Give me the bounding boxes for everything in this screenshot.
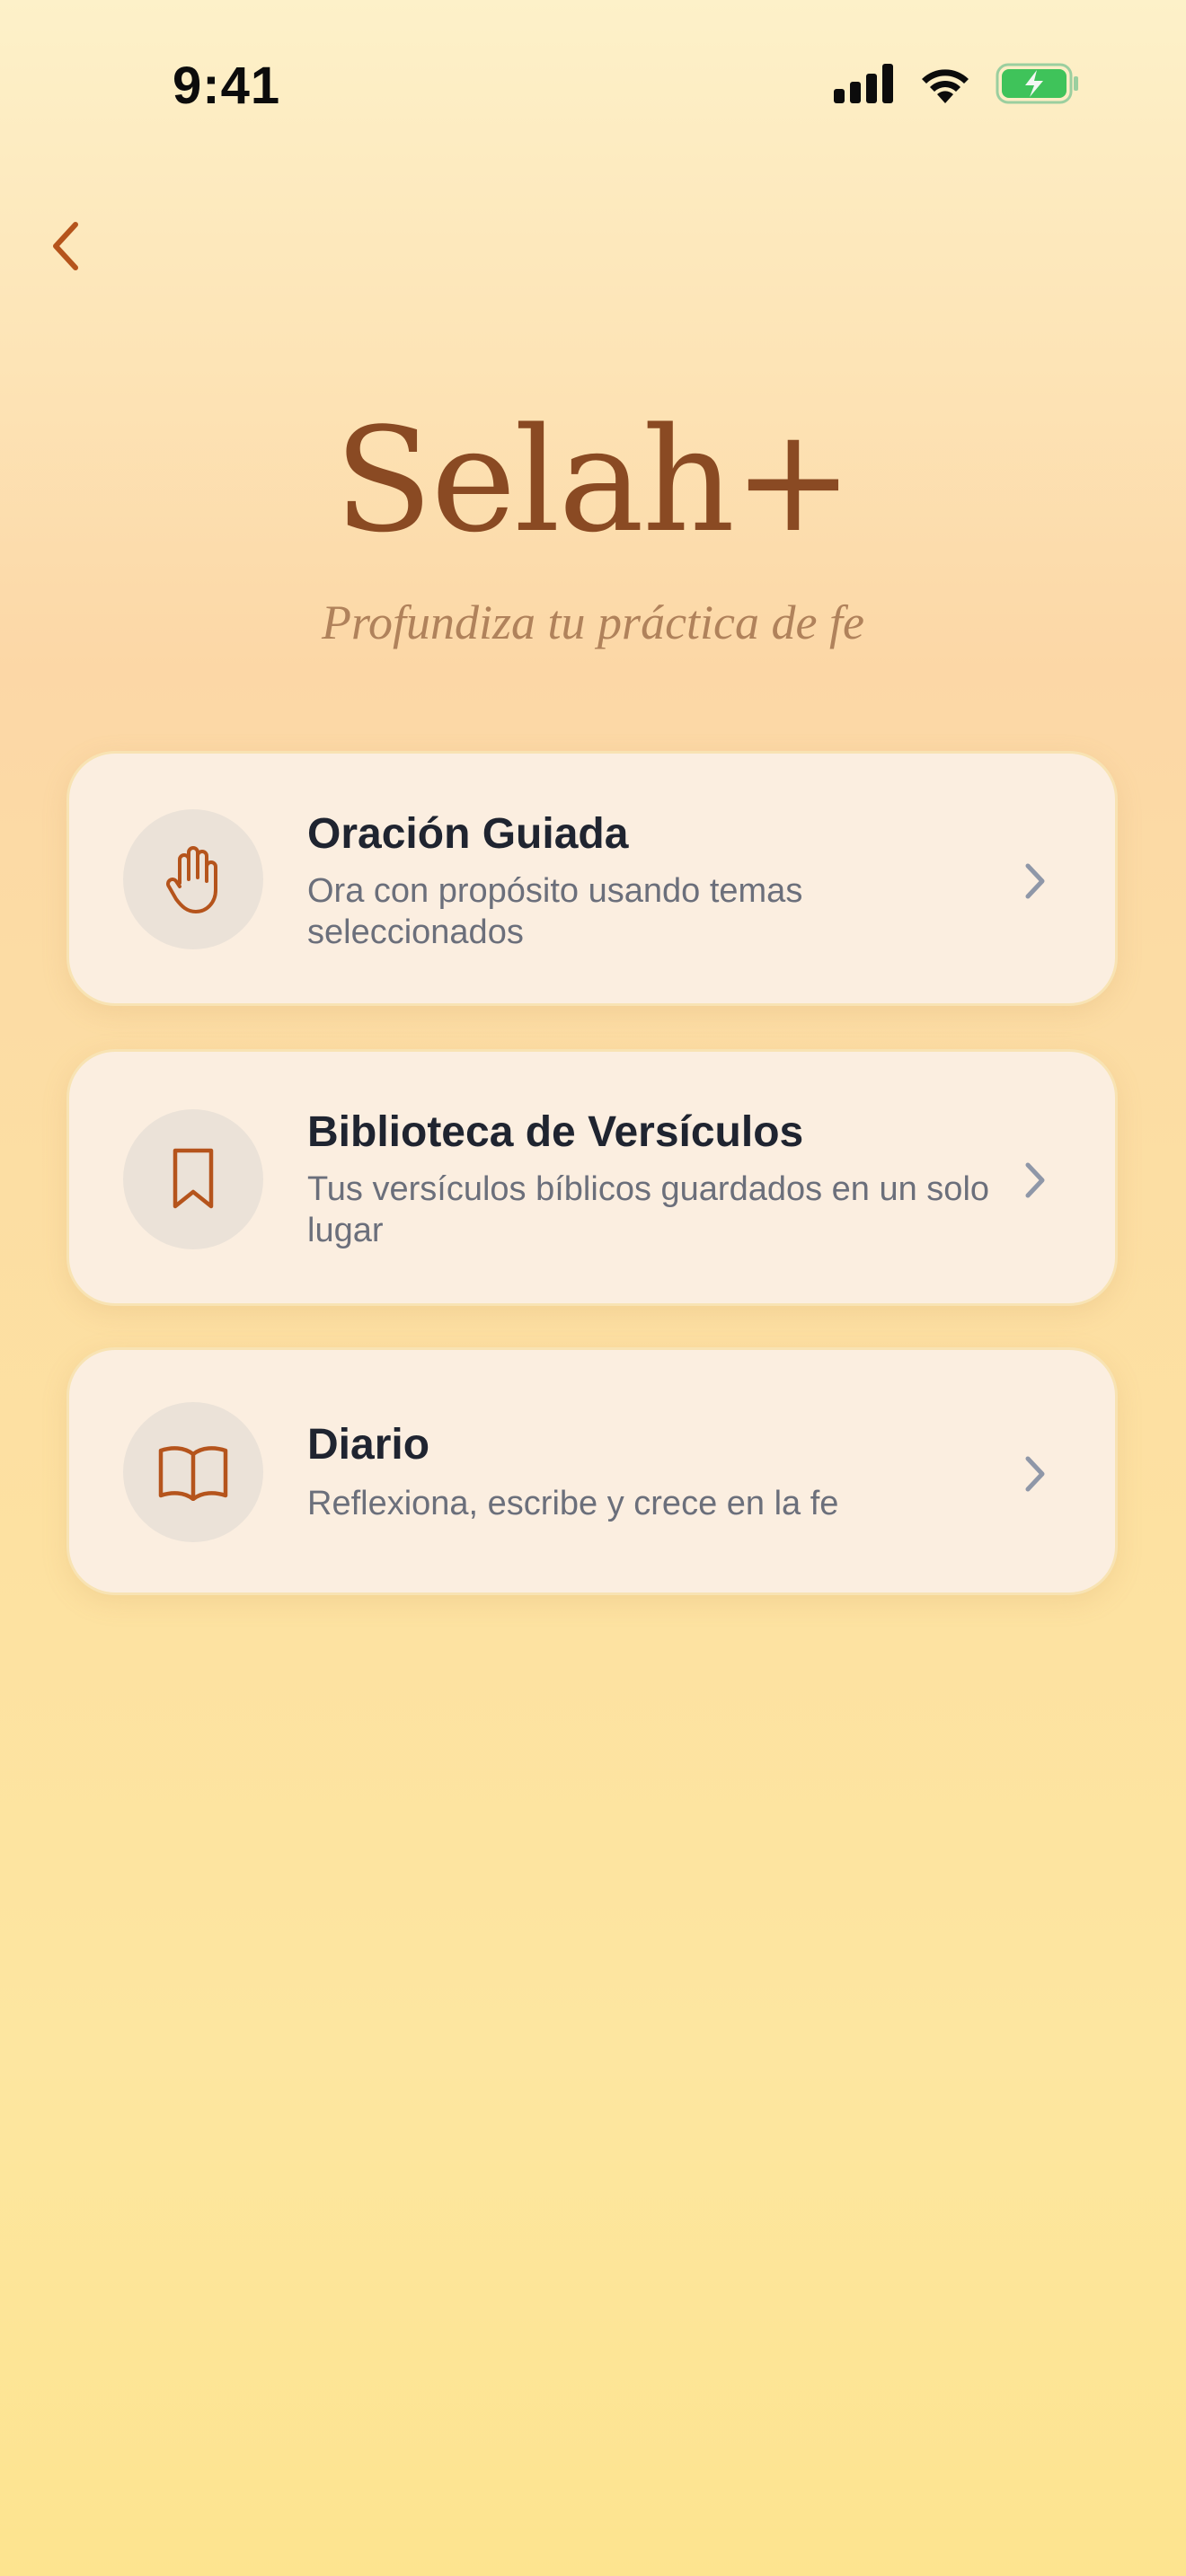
status-icons: [834, 63, 1080, 104]
chevron-right-icon: [1016, 859, 1052, 904]
menu-item-description: Tus versículos bíblicos guardados en un …: [307, 1170, 990, 1249]
raised-hand-icon: [166, 846, 217, 913]
wifi-icon: [922, 69, 969, 103]
menu-item-journal[interactable]: Diario Reflexiona, escribe y crece en la…: [66, 1347, 1118, 1595]
cellular-signal-icon: [834, 64, 893, 103]
menu-item-guided-prayer[interactable]: Oración Guiada Ora con propósito usando …: [66, 751, 1118, 1006]
icon-badge: [123, 809, 263, 949]
app-title: Selah+: [334, 396, 854, 564]
menu-item-title: Oración Guiada: [307, 810, 629, 858]
menu-item-description: Reflexiona, escribe y crece en la fe: [307, 1485, 839, 1522]
back-button[interactable]: [34, 214, 99, 278]
battery-charging-icon: [996, 63, 1078, 104]
menu-item-description: Ora con propósito usando temas seleccion…: [307, 872, 803, 951]
bookmark-icon: [173, 1148, 214, 1209]
icon-badge: [123, 1109, 263, 1249]
chevron-right-icon: [1016, 1451, 1052, 1496]
status-bar: 9:41: [0, 0, 1186, 180]
menu-item-verse-library[interactable]: Biblioteca de Versículos Tus versículos …: [66, 1049, 1118, 1306]
chevron-left-icon: [53, 222, 78, 270]
chevron-right-icon: [1016, 1158, 1052, 1203]
app-tagline: Profundiza tu práctica de fe: [322, 595, 864, 649]
menu-item-title: Diario: [307, 1421, 430, 1469]
open-book-icon: [158, 1446, 228, 1501]
icon-badge: [123, 1402, 263, 1542]
menu-item-title: Biblioteca de Versículos: [307, 1108, 804, 1156]
status-time: 9:41: [173, 57, 281, 115]
